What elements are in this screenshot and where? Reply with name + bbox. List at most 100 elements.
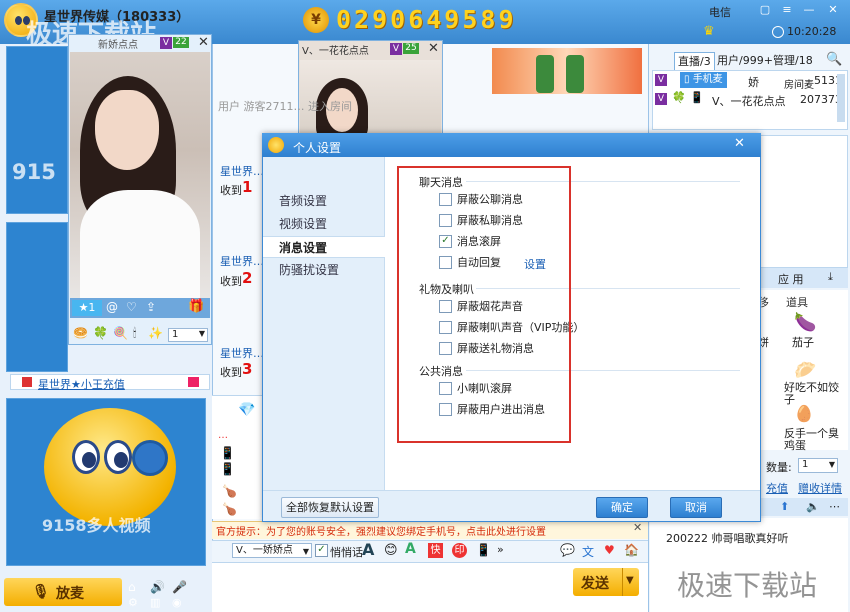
user-name[interactable]: V、一花花点点 bbox=[712, 93, 786, 109]
headset-icon bbox=[132, 440, 168, 476]
fast-icon[interactable]: 快 bbox=[428, 543, 443, 558]
dialog-app-icon bbox=[268, 137, 284, 153]
broadcast-message: 200222 帅哥唱歌真好听 bbox=[666, 532, 789, 545]
phone-small-icon[interactable]: 📱 bbox=[476, 543, 491, 557]
video-slot-2[interactable] bbox=[6, 222, 68, 372]
gift-item-icon[interactable]: 🍭 bbox=[113, 326, 128, 340]
mixer-icon[interactable]: ▥ bbox=[150, 596, 160, 609]
video-slot-label: 915 bbox=[12, 160, 56, 184]
gift-item-icon[interactable]: 🥯 bbox=[73, 326, 88, 340]
ok-button[interactable]: 确定 bbox=[596, 497, 648, 518]
nav-message-settings[interactable]: 消息设置 bbox=[263, 236, 385, 258]
house-icon[interactable]: 🏠 bbox=[624, 543, 639, 557]
heart-icon[interactable]: ♡ bbox=[126, 300, 137, 314]
quantity-select[interactable]: 1 ▼ bbox=[798, 458, 838, 473]
menu-button[interactable]: ≡ bbox=[778, 3, 796, 17]
ad-bottle-image bbox=[536, 55, 554, 93]
gift-item-icon[interactable]: ✨ bbox=[148, 326, 163, 340]
dialog-close-icon[interactable]: ✕ bbox=[734, 136, 745, 151]
trophy-icon[interactable]: ♛ bbox=[703, 24, 717, 39]
chat-message: 收到 bbox=[220, 275, 242, 288]
gift-category[interactable]: 道具 bbox=[786, 294, 808, 310]
video-stream-face bbox=[95, 90, 159, 170]
chat-message: 收到 bbox=[220, 366, 242, 379]
notice-close-icon[interactable]: ✕ bbox=[633, 521, 642, 534]
restore-defaults-button[interactable]: 全部恢复默认设置 bbox=[281, 497, 379, 518]
mic-button[interactable]: 🎙 放麦 bbox=[4, 578, 122, 606]
close-button[interactable]: ✕ bbox=[824, 3, 842, 17]
chat-username[interactable]: 星世界… bbox=[220, 163, 264, 179]
eggplant-icon[interactable]: 🍆 bbox=[794, 312, 816, 333]
star-count[interactable]: ★1 bbox=[72, 300, 102, 316]
more-icon[interactable]: » bbox=[497, 543, 504, 556]
at-icon[interactable]: @ bbox=[106, 300, 118, 314]
record-icon[interactable]: ◉ bbox=[172, 596, 182, 609]
download-icon[interactable]: ⤓ bbox=[828, 270, 833, 284]
user-id: 207373 bbox=[800, 93, 842, 106]
room-link[interactable]: 星世界★小王充值 bbox=[38, 376, 125, 392]
home-icon[interactable]: ⌂ bbox=[128, 580, 136, 594]
food-icon: 🍗 bbox=[222, 484, 237, 498]
food-icon: 🍗 bbox=[222, 502, 237, 516]
send-options-chevron-icon[interactable]: ▼ bbox=[626, 575, 634, 586]
stamp-icon[interactable]: 印 bbox=[452, 543, 467, 558]
nav-video-settings[interactable]: 视频设置 bbox=[263, 213, 385, 235]
share-icon[interactable]: ⇪ bbox=[146, 300, 156, 314]
gift-item-icon[interactable]: 🕯 bbox=[133, 326, 136, 341]
video-popup-header bbox=[70, 35, 210, 51]
cancel-button[interactable]: 取消 bbox=[670, 497, 722, 518]
skin-button[interactable]: ▢ bbox=[756, 3, 774, 17]
user-list-scrollbar[interactable] bbox=[837, 74, 845, 122]
chat-target-select[interactable]: V、一娇娇点 ▼ bbox=[232, 543, 312, 558]
tab-users[interactable]: 用户/999+ bbox=[714, 52, 776, 70]
video2-close-icon[interactable]: ✕ bbox=[428, 41, 439, 56]
phone-icon: 📱 bbox=[220, 446, 235, 460]
settings-icon[interactable]: ⚙ bbox=[128, 596, 138, 609]
mascot-pupil bbox=[114, 452, 128, 468]
nav-anti-harassment[interactable]: 防骚扰设置 bbox=[263, 259, 385, 281]
video2-title: V、一花花点点 bbox=[302, 46, 369, 57]
gift-detail-link[interactable]: 赠收详情 bbox=[798, 480, 842, 496]
wechat-icon[interactable]: 💬 bbox=[560, 543, 575, 557]
highlight-annotation bbox=[397, 166, 571, 443]
video-popup-close-icon[interactable]: ✕ bbox=[198, 35, 209, 50]
font-icon[interactable]: A bbox=[362, 540, 374, 559]
carrier-label: 电信 bbox=[709, 6, 731, 19]
search-icon[interactable]: 🔍 bbox=[826, 52, 842, 67]
egg-icon[interactable]: 🥚 bbox=[794, 404, 814, 423]
user-name[interactable]: 娇 bbox=[748, 74, 759, 90]
diamond-icon[interactable]: ♥ bbox=[604, 543, 615, 557]
gift-quantity-select[interactable]: 1 ▼ bbox=[168, 328, 208, 342]
tab-admin[interactable]: 管理/18 bbox=[770, 52, 816, 70]
send-button[interactable]: 发送 ▼ bbox=[573, 568, 639, 596]
quantity-label: 数量: bbox=[766, 461, 792, 474]
emoji-picker-icon[interactable]: 😊 bbox=[384, 543, 398, 558]
gift-item-label: 茄子 bbox=[792, 336, 814, 349]
speaker-icon[interactable]: 🔊 bbox=[150, 580, 165, 594]
nav-audio-settings[interactable]: 音频设置 bbox=[263, 190, 385, 212]
dumpling-icon[interactable]: 🥟 bbox=[794, 360, 816, 381]
phone-tag-icon: ▯ bbox=[684, 74, 693, 85]
chat-username[interactable]: 星世界… bbox=[220, 253, 264, 269]
video-slot-1[interactable] bbox=[6, 46, 68, 214]
mic-icon: 🎙 bbox=[32, 584, 50, 600]
ad-bottle-image bbox=[566, 55, 584, 93]
color-font-icon[interactable]: A bbox=[405, 541, 416, 557]
recharge-link[interactable]: 充值 bbox=[766, 480, 788, 496]
note-icon[interactable] bbox=[188, 377, 199, 387]
vip-badge-icon: V bbox=[655, 74, 667, 86]
minimize-button[interactable]: — bbox=[800, 3, 818, 17]
up-arrow-icon[interactable]: ⬆ bbox=[780, 500, 789, 513]
chat-username[interactable]: 星世界… bbox=[220, 345, 264, 361]
chat-message: 收到 bbox=[220, 184, 242, 197]
notice-text[interactable]: 官方提示：为了您的账号安全，强烈建议您绑定手机号，点击此处进行设置 bbox=[216, 523, 546, 538]
menu-dots-icon[interactable]: ⋯ bbox=[829, 500, 840, 513]
microphone-icon[interactable]: 🎤 bbox=[172, 580, 187, 594]
gift-item-icon[interactable]: 🍀 bbox=[93, 326, 108, 340]
gift-icon[interactable]: 🎁 bbox=[188, 299, 204, 314]
sound-icon[interactable]: 🔈 bbox=[806, 500, 820, 513]
translate-icon[interactable]: 文 bbox=[582, 543, 594, 560]
video-slot-label: 9158多人视频 bbox=[42, 516, 151, 535]
coin-icon: ¥ bbox=[303, 7, 329, 33]
tab-live[interactable]: 直播/3 bbox=[674, 52, 715, 70]
